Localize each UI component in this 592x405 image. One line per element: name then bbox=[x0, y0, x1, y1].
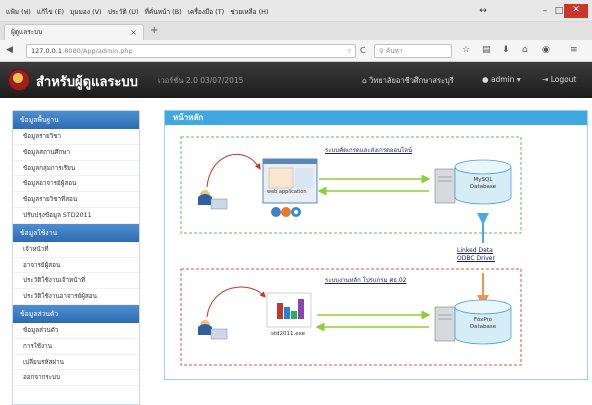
mysql-label: MySQL Database bbox=[463, 177, 503, 191]
user-menu[interactable]: ● admin ▾ bbox=[482, 75, 521, 84]
foxpro-server-icon bbox=[434, 306, 456, 342]
url-host: 127.0.0.1 bbox=[31, 47, 63, 55]
brand-title[interactable]: สำหรับผู้ดูแลระบบ bbox=[36, 71, 138, 92]
tab-admin[interactable]: ผู้ดูแลระบบ × bbox=[4, 24, 144, 40]
college-link[interactable]: ⌂ วิทยาลัยอาชีวศึกษาสระบุรี bbox=[362, 75, 454, 87]
menu-file[interactable]: แฟ้ม (ฟ) bbox=[6, 8, 31, 16]
sidebar-item-logout[interactable]: ออกจากระบบ bbox=[13, 370, 139, 387]
odbc-driver-label: ODBC Driver bbox=[457, 255, 495, 262]
bottom-user-arrow bbox=[206, 286, 266, 318]
exe-label: std2011.exe bbox=[271, 331, 306, 337]
mysql-server-icon bbox=[434, 168, 456, 204]
sidebar-item-teacher-users[interactable]: อาจารย์ผู้สอน bbox=[13, 258, 139, 274]
linked-data-label: Linked Data bbox=[457, 247, 493, 254]
home-icon: ⌂ bbox=[362, 76, 367, 85]
version-text: เวอร์ชั่น 2.0 03/07/2015 bbox=[158, 76, 244, 85]
window-close-button[interactable]: ✕ bbox=[564, 4, 588, 18]
foxpro-label-line2: Database bbox=[469, 324, 497, 330]
diagram-svg bbox=[180, 136, 522, 366]
sidebar-section-users: ข้อมูลใช้งาน bbox=[13, 223, 139, 242]
top-user-figure-icon bbox=[198, 190, 228, 210]
sidebar-item-usage[interactable]: การใช้งาน bbox=[13, 339, 139, 355]
download-icon[interactable]: ⬇ bbox=[502, 45, 510, 55]
app-header: สำหรับผู้ดูแลระบบ เวอร์ชั่น 2.0 03/07/20… bbox=[0, 62, 592, 98]
user-icon: ● bbox=[482, 75, 489, 84]
page-title: หน้าหลัก bbox=[165, 111, 587, 125]
menu-view[interactable]: มุมมอง (V) bbox=[70, 8, 102, 16]
search-placeholder: ค้นหา bbox=[385, 47, 403, 55]
sidebar-item-teachers[interactable]: ข้อมูลอาจารย์ผู้สอน bbox=[13, 176, 139, 193]
sidebar-section-personal: ข้อมูลส่วนตัว bbox=[13, 304, 139, 323]
browser-navbar: ◀ 127.0.0.1:8080/App/admin.php ▿ C ⚲ ค้น… bbox=[0, 40, 592, 62]
sidebar-item-subjects[interactable]: ข้อมูลรายวิชา bbox=[13, 129, 139, 145]
sidebar-item-class-groups[interactable]: ข้อมูลกลุ่มการเรียน bbox=[13, 161, 139, 177]
menu-history[interactable]: ประวัติ (U) bbox=[108, 8, 139, 16]
home-icon[interactable]: ⌂ bbox=[522, 45, 528, 55]
foxpro-label: FoxPro Database bbox=[463, 317, 503, 331]
tab-close-icon[interactable]: × bbox=[130, 25, 137, 40]
new-tab-icon[interactable]: + bbox=[150, 25, 158, 36]
browser-menu: แฟ้ม (ฟ) แก้ไข (E) มุมมอง (V) ประวัติ (U… bbox=[6, 7, 273, 17]
std2011-program-icon bbox=[266, 292, 312, 328]
sidebar-item-update-std2011[interactable]: ปรับปรุงข้อมูล STD2011 bbox=[13, 208, 139, 224]
url-dropdown-icon[interactable]: ▿ bbox=[348, 45, 351, 57]
url-bar[interactable]: 127.0.0.1:8080/App/admin.php ▿ bbox=[26, 44, 356, 58]
logout-label: Logout bbox=[550, 75, 577, 84]
logout-icon: ⇥ bbox=[542, 75, 549, 84]
sidebar-item-profile[interactable]: ข้อมูลส่วนตัว bbox=[13, 323, 139, 339]
college-name: วิทยาลัยอาชีวศึกษาสระบุรี bbox=[369, 76, 454, 85]
reading-list-icon[interactable]: ▤ bbox=[482, 45, 491, 55]
bottom-user-figure-icon bbox=[198, 320, 228, 340]
sidebar-section-basic: ข้อมูลพื้นฐาน bbox=[13, 111, 139, 129]
reload-icon[interactable]: C bbox=[360, 46, 366, 55]
menu-help[interactable]: ช่วยเหลือ (H) bbox=[230, 8, 268, 16]
search-icon: ⚲ bbox=[379, 47, 384, 55]
chat-icon[interactable]: ◉ bbox=[542, 45, 550, 55]
menu-icon[interactable]: ≡ bbox=[570, 45, 578, 55]
college-logo-icon bbox=[8, 69, 30, 91]
top-user-arrow bbox=[206, 153, 261, 188]
window-restore-icon[interactable]: ↔ bbox=[472, 5, 494, 18]
sidebar-item-teaching-subjects[interactable]: ข้อมูลรายวิชาที่สอน bbox=[13, 192, 139, 208]
sidebar-item-staff[interactable]: เจ้าหน้าที่ bbox=[13, 242, 139, 258]
search-input[interactable]: ⚲ ค้นหา bbox=[374, 44, 452, 58]
sidebar: ข้อมูลพื้นฐาน ข้อมูลรายวิชา ข้อมูลสถานศึ… bbox=[12, 110, 140, 405]
tab-title: ผู้ดูแลระบบ bbox=[11, 28, 43, 36]
url-path: :8080/App/admin.php bbox=[62, 47, 133, 55]
browser-tabbar: ผู้ดูแลระบบ × + bbox=[0, 22, 592, 40]
menu-bookmarks[interactable]: ที่คั่นหน้า (B) bbox=[145, 8, 182, 16]
logout-button[interactable]: ⇥ Logout bbox=[542, 75, 576, 84]
web-app-label: web application bbox=[267, 189, 307, 195]
sidebar-item-staff-history[interactable]: ประวัติใช้งานเจ้าหน้าที่ bbox=[13, 273, 139, 290]
bookmark-star-icon[interactable]: ☆ bbox=[462, 45, 470, 55]
top-system-label: ระบบคัดเกรดและส่งเกรดออนไลน์ bbox=[325, 147, 413, 154]
sidebar-item-teacher-history[interactable]: ประวัติใช้งานอาจารย์ผู้สอน bbox=[13, 289, 139, 305]
menu-edit[interactable]: แก้ไข (E) bbox=[37, 8, 64, 16]
mysql-label-line2: Database bbox=[469, 184, 497, 190]
sidebar-item-institution[interactable]: ข้อมูลสถานศึกษา bbox=[13, 145, 139, 161]
menu-tools[interactable]: เครื่องมือ (T) bbox=[188, 8, 224, 16]
mysql-label-line1: MySQL bbox=[473, 177, 493, 183]
bottom-system-label: ระบบงานหลัก โปรแกรม ศธ.02 bbox=[325, 277, 407, 284]
browser-menubar: แฟ้ม (ฟ) แก้ไข (E) มุมมอง (V) ประวัติ (U… bbox=[0, 0, 592, 22]
browser-logos-icon bbox=[271, 207, 301, 217]
main-panel: หน้าหลัก ระบบคัดเกรดและส่งเกรดออนไลน์ we… bbox=[164, 110, 588, 380]
web-application-icon bbox=[262, 158, 318, 204]
sidebar-item-change-password[interactable]: เปลี่ยนรหัสผ่าน bbox=[13, 355, 139, 371]
foxpro-label-line1: FoxPro bbox=[473, 317, 493, 323]
user-name: admin bbox=[490, 75, 515, 84]
back-icon[interactable]: ◀ bbox=[6, 45, 13, 55]
caret-down-icon: ▾ bbox=[516, 75, 521, 84]
system-diagram: ระบบคัดเกรดและส่งเกรดออนไลน์ web applica… bbox=[165, 125, 589, 381]
